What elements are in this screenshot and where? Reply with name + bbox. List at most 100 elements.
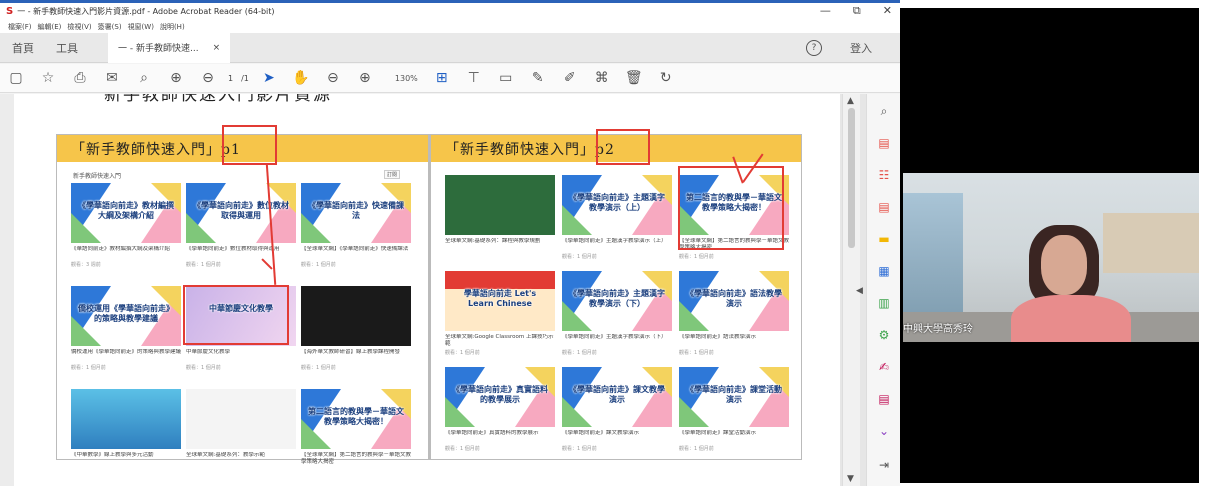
video-card[interactable]: 《學華語向前走》主題漢字教學演示（上） 《學華語向前走》主題漢字教學演示（上） 觀看…	[562, 175, 672, 260]
video-thumbnail[interactable]: 《學華語向前走》語法教學演示	[679, 271, 789, 331]
zoom-out-icon[interactable]: ⊖	[323, 68, 343, 88]
print-icon[interactable]: ⎙	[70, 68, 90, 88]
edit-pdf-icon[interactable]: ▦	[875, 262, 893, 280]
video-card[interactable]: 第二語言的教與學－華語文教學策略大揭密！ 【全球華文網】第二語言的教與學－華語文教…	[301, 389, 411, 467]
video-card[interactable]: 《學華語向前走》語法教學演示 《學華語向前走》語法教學演示 觀看：1 個月前	[679, 271, 789, 356]
video-caption[interactable]: 《學華語向前走》真實語料的教學展示	[445, 430, 555, 444]
close-tab-icon[interactable]: ×	[213, 43, 221, 53]
video-thumbnail[interactable]: 僑校運用《學華語向前走》的策略與教學建議	[71, 286, 181, 346]
hand-icon[interactable]: ✋	[291, 68, 311, 88]
save-icon[interactable]: ▢	[6, 68, 26, 88]
draw-icon[interactable]: ✐	[560, 68, 580, 88]
video-caption[interactable]: 中華節慶文化教學	[186, 349, 296, 363]
zoom-in-icon[interactable]: ⊕	[355, 68, 375, 88]
export-pdf-icon[interactable]: ▤	[875, 134, 893, 152]
video-caption[interactable]: 全球華文網:基礎系列：教學示範	[186, 452, 296, 466]
scroll-up-icon[interactable]: ▲	[847, 96, 854, 106]
video-thumbnail[interactable]: 《學華語向前走》快速備課法	[301, 183, 411, 243]
video-card[interactable]: 《學華語向前走》課堂活動演示 《學華語向前走》課堂活動演示 觀看：1 個月前	[679, 367, 789, 452]
video-caption[interactable]: 《學華語向前走》主題漢字教學演示（下）	[562, 334, 672, 348]
scroll-thumb[interactable]	[848, 108, 855, 248]
video-thumbnail[interactable]: 第二語言的教與學－華語文教學策略大揭密！	[301, 389, 411, 449]
video-caption[interactable]: 《學華語向前走》數位教材取得與運用	[186, 246, 296, 260]
video-caption[interactable]: 全球華文網:基礎系列：課程與教學規劃	[445, 238, 555, 252]
video-card[interactable]: 全球華文網:基礎系列：課程與教學規劃	[445, 175, 555, 253]
select-icon[interactable]: ➤	[259, 68, 279, 88]
zoom-select[interactable]: 130%	[395, 74, 418, 83]
video-card[interactable]: 學華語向前走 Let's Learn Chinese 全球華文網:Google C…	[445, 271, 555, 356]
video-thumbnail[interactable]: 《學華語向前走》教材編撰大綱及架構介紹	[71, 183, 181, 243]
comment-tool-icon[interactable]: ▬	[875, 230, 893, 248]
left-nav-strip[interactable]	[0, 94, 14, 486]
next-page-icon[interactable]: ⊖	[198, 68, 218, 88]
page-number-input[interactable]: 1	[228, 74, 233, 83]
menu-help[interactable]: 說明(H)	[160, 22, 185, 32]
email-icon[interactable]: ✉	[102, 68, 122, 88]
tab-document[interactable]: 一 - 新手教師快速... ×	[108, 32, 231, 63]
video-card[interactable]: 《學華語向前走》課文教學演示 《學華語向前走》課文教學演示 觀看：1 個月前	[562, 367, 672, 452]
create-pdf-icon[interactable]: ▤	[875, 198, 893, 216]
menu-edit[interactable]: 編輯(E)	[38, 22, 62, 32]
tab-tools[interactable]: 工具	[56, 40, 78, 56]
video-caption[interactable]: 《華語向前走》教材編撰大綱及架構介紹	[71, 246, 181, 260]
video-caption[interactable]: 《中華數學》線上教學與多元活動	[71, 452, 181, 466]
video-card[interactable]: 僑校運用《學華語向前走》的策略與教學建議 僑校運用《學華語向前走》的策略與教學建議…	[71, 286, 181, 371]
subscribe-button[interactable]: 訂閱	[384, 170, 401, 179]
protect-icon[interactable]: ⚙	[875, 326, 893, 344]
collapse-panel-icon[interactable]: ◀	[856, 286, 863, 296]
video-thumbnail[interactable]	[301, 286, 411, 346]
video-card[interactable]: 《學華語向前走》教材編撰大綱及架構介紹 《華語向前走》教材編撰大綱及架構介紹 觀看：…	[71, 183, 181, 268]
expand-icon[interactable]: ⌄	[875, 422, 893, 440]
fill-sign-icon[interactable]: ✍	[875, 358, 893, 376]
zoom-tool-icon[interactable]: ⌕	[875, 102, 893, 120]
video-caption[interactable]: 【全球華文網】第二語言的教與學－華語文教學策略大揭密	[301, 452, 411, 466]
video-caption[interactable]: 【全球華文網】《學華語向前走》快速備課法	[301, 246, 411, 260]
video-thumbnail[interactable]: 《學華語向前走》真實語料的教學展示	[445, 367, 555, 427]
video-card[interactable]: 【海外華文教師研習】線上教學課程開發 觀看：1 個月前	[301, 286, 411, 371]
video-caption[interactable]: 【海外華文教師研習】線上教學課程開發	[301, 349, 411, 363]
comment-icon[interactable]: ▭	[496, 68, 516, 88]
combine-icon[interactable]: ▥	[875, 294, 893, 312]
help-icon[interactable]: ?	[806, 39, 822, 56]
video-card[interactable]: 《中華數學》線上教學與多元活動	[71, 389, 181, 467]
video-thumbnail[interactable]	[71, 389, 181, 449]
video-caption[interactable]: 全球華文網:Google Classroom 上課技巧示範	[445, 334, 555, 348]
video-thumbnail[interactable]: 《學華語向前走》主題漢字教學演示（下）	[562, 271, 672, 331]
rotate-icon[interactable]: ↻	[656, 68, 676, 88]
collapse-tools-icon[interactable]: ⇥	[875, 456, 893, 474]
video-thumbnail[interactable]: 《學華語向前走》課堂活動演示	[679, 367, 789, 427]
star-icon[interactable]: ☆	[38, 68, 58, 88]
video-card[interactable]: 《學華語向前走》主題漢字教學演示（下） 《學華語向前走》主題漢字教學演示（下） 觀看…	[562, 271, 672, 356]
video-card[interactable]: 《學華語向前走》真實語料的教學展示 《學華語向前走》真實語料的教學展示 觀看：1 個…	[445, 367, 555, 452]
close-button[interactable]: ✕	[883, 4, 892, 18]
video-thumbnail[interactable]: 《學華語向前走》數位教材取得與運用	[186, 183, 296, 243]
search-icon[interactable]: ⌕	[134, 68, 154, 88]
stamp-icon[interactable]: ⌘	[592, 68, 612, 88]
menu-file[interactable]: 檔案(F)	[8, 22, 32, 32]
video-caption[interactable]: 僑校運用《學華語向前走》的策略與教學建議	[71, 349, 181, 363]
restore-button[interactable]: ⧉	[853, 4, 861, 18]
video-card[interactable]: 《學華語向前走》快速備課法 【全球華文網】《學華語向前走》快速備課法 觀看：1 個月…	[301, 183, 411, 268]
prev-page-icon[interactable]: ⊕	[166, 68, 186, 88]
scroll-icon[interactable]: ⊤	[464, 68, 484, 88]
video-caption[interactable]: 《學華語向前走》語法教學演示	[679, 334, 789, 348]
video-card[interactable]: 全球華文網:基礎系列：教學示範	[186, 389, 296, 467]
video-thumbnail[interactable]: 學華語向前走 Let's Learn Chinese	[445, 271, 555, 331]
video-caption[interactable]: 《學華語向前走》課堂活動演示	[679, 430, 789, 444]
minimize-button[interactable]: —	[820, 4, 831, 18]
video-thumbnail[interactable]	[186, 389, 296, 449]
signin-button[interactable]: 登入	[850, 40, 872, 56]
highlight-icon[interactable]: ✎	[528, 68, 548, 88]
menu-window[interactable]: 視窗(W)	[128, 22, 154, 32]
video-thumbnail[interactable]: 《學華語向前走》課文教學演示	[562, 367, 672, 427]
tab-home[interactable]: 首頁	[12, 40, 34, 56]
video-card[interactable]: 《學華語向前走》數位教材取得與運用 《學華語向前走》數位教材取得與運用 觀看：1 個…	[186, 183, 296, 268]
video-caption[interactable]: 《學華語向前走》課文教學演示	[562, 430, 672, 444]
video-thumbnail[interactable]: 《學華語向前走》主題漢字教學演示（上）	[562, 175, 672, 235]
menu-view[interactable]: 檢視(V)	[67, 22, 91, 32]
video-thumbnail[interactable]	[445, 175, 555, 235]
organize-icon[interactable]: ☷	[875, 166, 893, 184]
delete-icon[interactable]: 🗑	[624, 68, 644, 88]
fit-icon[interactable]: ⊞	[432, 68, 452, 88]
more-tools-icon[interactable]: ▤	[875, 390, 893, 408]
